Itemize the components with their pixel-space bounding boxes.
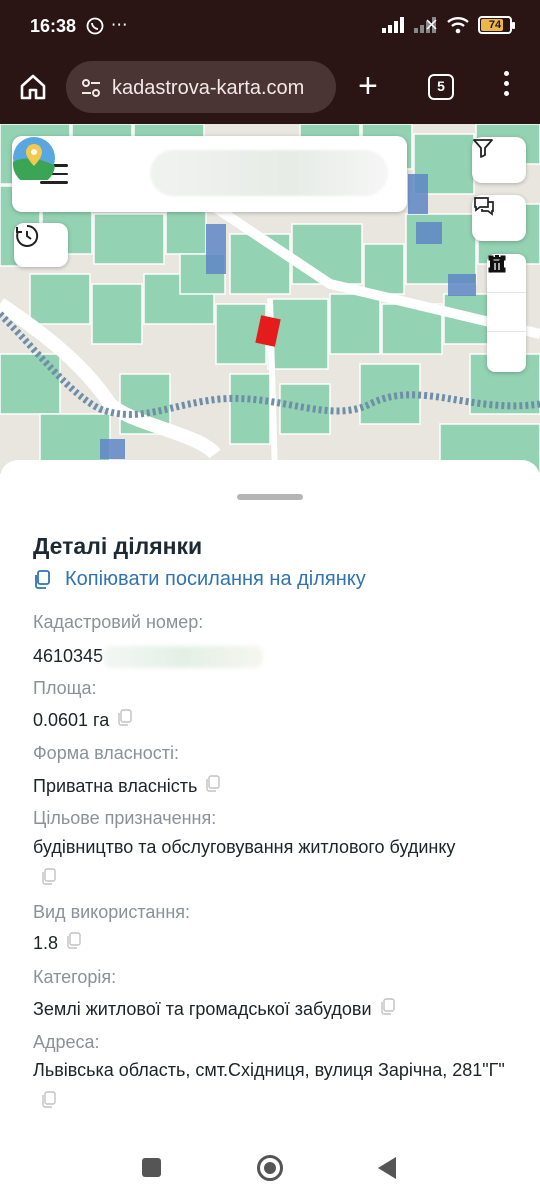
redacted-area [103,646,264,669]
parcel-details-sheet: Деталі ділянки Копіювати посилання на ді… [0,460,540,1200]
battery-icon: 74 [478,16,515,34]
address-value-row: Львівська область, смт.Східниця, вулиця … [33,1054,513,1119]
cadastral-value: 4610345 [33,646,104,666]
browser-toolbar: kadastrova-karta.com + 5 [0,56,540,124]
battery-level: 74 [488,19,502,31]
system-nav-bar [0,1140,540,1200]
home-icon[interactable] [18,72,48,102]
filter-icon [473,139,493,158]
address-value: Львівська область, смт.Східниця, вулиця … [33,1060,505,1080]
wifi-icon [447,17,469,34]
area-value-row: 0.0601 га [33,704,513,737]
cadastral-value-row: 4610345 [33,640,513,672]
recents-icon[interactable] [142,1158,161,1177]
status-time: 16:38 [30,16,77,36]
copy-icon [35,569,50,589]
status-bar: 16:38 ⋯ 74 [0,0,540,56]
more-dots-icon: ⋯ [110,15,130,34]
history-button[interactable] [14,223,68,267]
site-logo-icon[interactable] [12,136,56,180]
site-settings-icon[interactable] [80,77,102,99]
chat-icon [474,197,494,216]
copy-purpose-icon[interactable] [41,864,57,896]
usage-label: Вид використання: [33,902,191,922]
browser-menu-icon[interactable] [504,71,510,101]
purpose-value-row: будівництво та обслуговування житлового … [33,831,473,896]
ownership-value-row: Приватна власність [33,770,513,803]
new-tab-icon[interactable]: + [358,69,378,103]
url-text: kadastrova-karta.com [112,77,305,99]
map-search-card [12,136,407,212]
search-input[interactable] [150,150,388,196]
drawing-tools [487,254,526,372]
copy-ownership-icon[interactable] [205,771,221,803]
delete-tool-button[interactable] [487,255,526,371]
usage-value-row: 1.8 [33,927,513,960]
viber-icon [86,17,104,34]
signal-icon [382,17,404,33]
status-right-icons: 74 [382,16,515,34]
copy-parcel-link[interactable]: Копіювати посилання на ділянку [33,568,366,591]
filter-button[interactable] [472,137,526,183]
address-bar[interactable]: kadastrova-karta.com [66,61,336,113]
copy-area-icon[interactable] [117,705,133,737]
tab-switcher-button[interactable]: 5 [428,74,454,100]
notification-icons: ⋯ [86,15,130,35]
purpose-value: будівництво та обслуговування житлового … [33,837,456,857]
copy-link-label: Копіювати посилання на ділянку [65,568,366,590]
cadastral-label: Кадастровий номер: [33,612,204,632]
address-label: Адреса: [33,1032,100,1052]
usage-value: 1.8 [33,933,59,953]
category-value-row: Землі житлової та громадської забудови [33,993,513,1026]
trash-icon [490,255,504,273]
polygon-tool-button[interactable] [487,255,526,332]
ownership-label: Форма власності: [33,743,179,763]
category-label: Категорія: [33,967,117,987]
history-icon [16,224,39,247]
back-icon[interactable] [378,1157,396,1179]
copy-usage-icon[interactable] [66,928,82,960]
copy-category-icon[interactable] [380,994,396,1026]
category-value: Землі житлової та громадської забудови [33,999,372,1019]
cadastral-map[interactable] [0,124,540,474]
sheet-title: Деталі ділянки [33,533,203,559]
signal-2-icon [414,17,437,33]
copy-address-icon[interactable] [41,1087,57,1119]
sheet-drag-handle[interactable] [237,494,303,500]
area-label: Площа: [33,678,97,698]
home-nav-icon[interactable] [257,1155,283,1181]
area-value: 0.0601 га [33,710,110,730]
feedback-button[interactable] [472,195,526,241]
purpose-label: Цільове призначення: [33,808,217,828]
ownership-value: Приватна власність [33,776,198,796]
